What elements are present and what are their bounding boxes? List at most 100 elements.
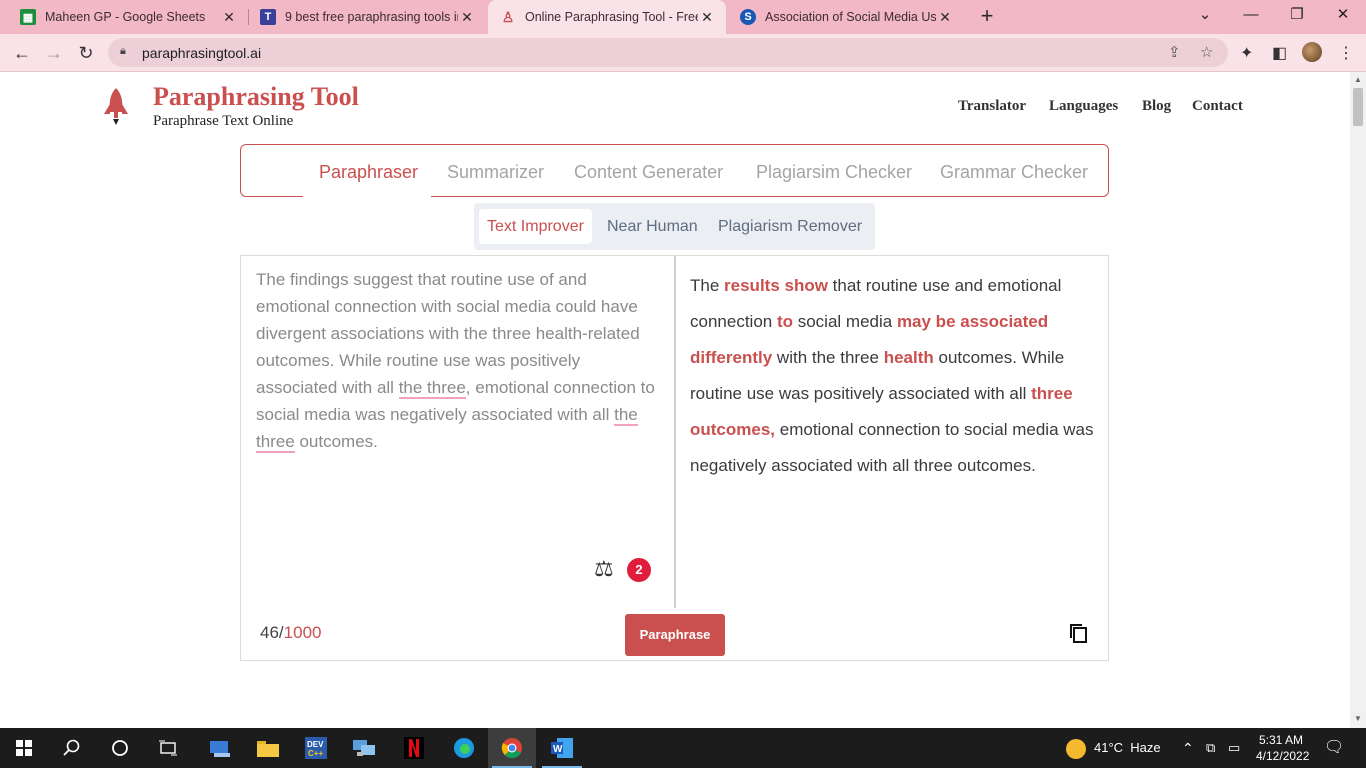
- weather-haze-icon: [1066, 738, 1086, 759]
- tab-summarizer[interactable]: Summarizer: [447, 162, 544, 183]
- nav-contact[interactable]: Contact: [1192, 98, 1243, 115]
- edge-icon[interactable]: [440, 728, 488, 768]
- tab-paraphraser[interactable]: Paraphraser: [319, 162, 418, 183]
- mode-near-human[interactable]: Near Human: [599, 209, 706, 244]
- paraphrase-button[interactable]: Paraphrase: [625, 614, 725, 656]
- scroll-thumb[interactable]: [1353, 88, 1363, 126]
- active-tab-indicator: [303, 196, 431, 198]
- close-tab-icon[interactable]: ✕: [220, 9, 238, 26]
- tab-title: 9 best free paraphrasing tools in: [285, 10, 458, 24]
- output-text[interactable]: The results show that routine use and em…: [690, 268, 1095, 484]
- scroll-down-arrow-icon[interactable]: ▼: [1354, 714, 1362, 723]
- tab-title: Online Paraphrasing Tool - Free E: [525, 10, 698, 24]
- tab-paraphrasing-tools-article[interactable]: T 9 best free paraphrasing tools in ✕: [248, 0, 486, 34]
- changed-word[interactable]: results show: [724, 276, 828, 295]
- tab-grammar-checker[interactable]: Grammar Checker: [940, 162, 1088, 183]
- grammar-flag-underline[interactable]: the three: [398, 378, 466, 399]
- changed-word[interactable]: health: [884, 348, 934, 367]
- tab-association-social-media[interactable]: S Association of Social Media Use ✕: [728, 0, 964, 34]
- nav-languages[interactable]: Languages: [1049, 98, 1118, 115]
- input-textarea[interactable]: The findings suggest that routine use of…: [256, 266, 656, 455]
- copy-icon[interactable]: [1069, 623, 1087, 643]
- file-explorer-icon[interactable]: [244, 728, 292, 768]
- netflix-icon[interactable]: [390, 728, 438, 768]
- svg-text:C++: C++: [308, 749, 323, 758]
- panel-divider: [674, 256, 676, 608]
- paraphrasing-tool-icon: ♙: [501, 8, 515, 25]
- mode-text-improver[interactable]: Text Improver: [479, 209, 592, 244]
- semantic-scholar-icon: S: [740, 9, 756, 25]
- page-scrollbar[interactable]: ▲ ▼: [1350, 72, 1366, 728]
- profile-avatar[interactable]: [1302, 42, 1322, 62]
- close-tab-icon[interactable]: ✕: [698, 9, 716, 26]
- tab-content-generater[interactable]: Content Generater: [574, 162, 723, 183]
- word-count: 46: [260, 623, 279, 642]
- network-icon[interactable]: [340, 728, 388, 768]
- google-sheets-icon: ▦: [20, 9, 36, 25]
- restore-button[interactable]: ❐: [1274, 0, 1320, 30]
- tab-search-button[interactable]: ⌄: [1182, 0, 1228, 30]
- windows-start-icon[interactable]: [0, 728, 48, 768]
- address-bar[interactable]: 🔒︎ paraphrasingtool.ai ⇪ ☆: [108, 38, 1228, 67]
- svg-text:W: W: [553, 744, 563, 755]
- site-tagline: Paraphrase Text Online: [153, 113, 294, 129]
- tab-plagiarsim-checker[interactable]: Plagiarsim Checker: [756, 162, 912, 183]
- task-view-icon[interactable]: [144, 728, 192, 768]
- chrome-icon[interactable]: [488, 728, 536, 768]
- close-tab-icon[interactable]: ✕: [936, 9, 954, 26]
- url-text: paraphrasingtool.ai: [142, 45, 262, 61]
- rocket-logo-icon[interactable]: [103, 88, 129, 126]
- word-limit: 1000: [283, 623, 322, 642]
- extensions-icon[interactable]: ✦: [1240, 43, 1253, 63]
- scroll-up-arrow-icon[interactable]: ▲: [1354, 75, 1362, 84]
- device-icon[interactable]: ⧉: [1206, 728, 1215, 768]
- tab-paraphrasing-tool[interactable]: ♙ Online Paraphrasing Tool - Free E ✕: [488, 0, 726, 34]
- minimize-button[interactable]: —: [1228, 0, 1274, 30]
- tab-google-sheets[interactable]: ▦ Maheen GP - Google Sheets ✕: [8, 0, 248, 34]
- close-window-button[interactable]: ✕: [1320, 0, 1366, 30]
- editor-panel: The findings suggest that routine use of…: [240, 255, 1109, 661]
- weather-text: 41°C Haze: [1094, 740, 1161, 755]
- windows-taskbar: DEV C++ W 41°C Haze ⌃ ⧉ ▭ 5:31 AM 4/12/20…: [0, 728, 1366, 768]
- web-page: Paraphrasing Tool Paraphrase Text Online…: [0, 72, 1350, 728]
- file-transfer-icon[interactable]: [196, 728, 244, 768]
- grammarly-scale-icon[interactable]: ⚖: [594, 556, 614, 582]
- mode-tabs: Text Improver Near Human Plagiarism Remo…: [474, 203, 875, 250]
- weather-widget[interactable]: 41°C Haze: [1066, 728, 1161, 768]
- changed-word[interactable]: to: [777, 312, 793, 331]
- lock-icon[interactable]: 🔒︎: [120, 45, 126, 58]
- word-icon[interactable]: W: [538, 728, 586, 768]
- clock-time[interactable]: 5:31 AM: [1256, 732, 1306, 748]
- editor-footer: 46/1000 Paraphrase: [240, 607, 1109, 661]
- chevron-up-icon[interactable]: ⌃: [1182, 728, 1194, 768]
- nav-blog[interactable]: Blog: [1142, 98, 1171, 115]
- output-segment: The: [690, 276, 725, 295]
- mode-plagiarism-remover[interactable]: Plagiarism Remover: [710, 209, 870, 244]
- new-tab-button[interactable]: +: [975, 4, 999, 30]
- tt-site-icon: T: [260, 9, 276, 25]
- bookmark-star-icon[interactable]: ☆: [1200, 43, 1213, 61]
- nav-translator[interactable]: Translator: [958, 98, 1026, 115]
- clock-date[interactable]: 4/12/2022: [1256, 748, 1309, 764]
- share-icon[interactable]: ⇪: [1168, 43, 1181, 61]
- side-panel-icon[interactable]: ◧: [1272, 43, 1287, 63]
- back-button[interactable]: ←: [8, 39, 36, 67]
- tab-title: Maheen GP - Google Sheets: [45, 10, 206, 24]
- input-text-segment: outcomes.: [294, 432, 378, 451]
- output-segment: with the three: [772, 348, 884, 367]
- cortana-icon[interactable]: [96, 728, 144, 768]
- notifications-icon[interactable]: 🗨︎: [1324, 728, 1344, 768]
- close-tab-icon[interactable]: ✕: [458, 9, 476, 26]
- reload-button[interactable]: ↻: [72, 39, 100, 67]
- output-segment: social media: [793, 312, 897, 331]
- menu-kebab-icon[interactable]: ⋮: [1338, 43, 1354, 63]
- battery-icon[interactable]: ▭: [1228, 728, 1240, 768]
- devcpp-icon[interactable]: DEV C++: [292, 728, 340, 768]
- site-brand-title[interactable]: Paraphrasing Tool: [153, 82, 359, 112]
- issue-count-badge[interactable]: 2: [627, 558, 651, 582]
- tab-title: Association of Social Media Use: [765, 10, 936, 24]
- svg-text:DEV: DEV: [307, 740, 324, 749]
- search-icon[interactable]: [48, 728, 96, 768]
- forward-button[interactable]: →: [40, 39, 68, 67]
- word-counter: 46/1000: [260, 623, 322, 642]
